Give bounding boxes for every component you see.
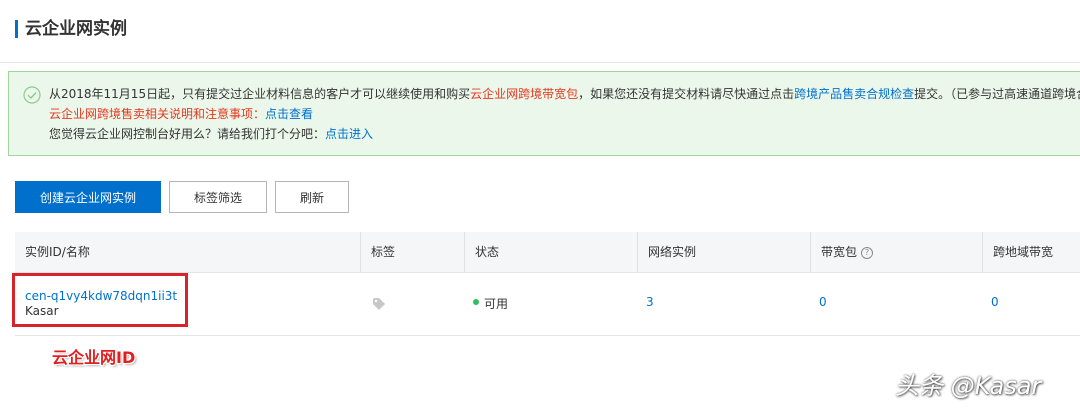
cell-tags <box>361 273 465 335</box>
watermark: 头条 @Kasar <box>895 372 1042 400</box>
cross-region-bandwidth-count-link[interactable]: 0 <box>991 295 999 309</box>
help-icon[interactable]: ? <box>861 247 874 259</box>
column-header-bandwidth-package: 带宽包? <box>811 232 983 272</box>
feedback-link[interactable]: 点击进入 <box>325 127 373 141</box>
view-notes-link[interactable]: 点击查看 <box>265 107 313 121</box>
notice-line-1: 从2018年11月15日起，只有提交过企业材料信息的客户才可以继续使用和购买云企… <box>49 85 1080 103</box>
column-header-tags: 标签 <box>361 232 465 272</box>
tag-filter-button[interactable]: 标签筛选 <box>169 181 267 213</box>
notice-line-3: 您觉得云企业网控制台好用么？请给我们打个分吧：点击进入 <box>49 125 373 143</box>
check-circle-icon <box>23 86 41 104</box>
cell-network-instances: 3 <box>638 273 811 335</box>
column-header-id-name: 实例ID/名称 <box>15 232 361 272</box>
column-header-status: 状态 <box>465 232 638 272</box>
status-dot-icon <box>473 299 479 305</box>
cell-cross-region-bandwidth: 0 <box>983 273 1080 335</box>
notice-text: ，如果您还没有提交材料请尽快通过点击 <box>578 87 795 101</box>
notice-line-2: 云企业网跨境售卖相关说明和注意事项：点击查看 <box>49 105 313 123</box>
column-header-label: 带宽包 <box>821 245 858 259</box>
notice-banner: 从2018年11月15日起，只有提交过企业材料信息的客户才可以继续使用和购买云企… <box>8 71 1080 156</box>
notice-text: 提交。（已参与过高速通道跨境合 <box>914 87 1080 101</box>
status-text: 可用 <box>484 297 509 311</box>
notice-text: 您觉得云企业网控制台好用么？请给我们打个分吧： <box>49 127 326 141</box>
notice-highlight: 云企业网跨境带宽包 <box>470 87 579 101</box>
column-header-network-instances: 网络实例 <box>638 232 811 272</box>
page-title: 云企业网实例 <box>25 19 127 39</box>
cell-bandwidth-package: 0 <box>811 273 983 335</box>
notice-text: 从2018年11月15日起，只有提交过企业材料信息的客户才可以继续使用和购买 <box>49 87 471 101</box>
page-header: 云企业网实例 <box>0 0 1080 63</box>
table-header: 实例ID/名称 标签 状态 网络实例 带宽包? 跨地域带宽 <box>15 232 1080 273</box>
tag-icon[interactable] <box>372 297 386 311</box>
annotation-highlight-box <box>12 273 188 327</box>
title-accent-bar <box>15 20 18 38</box>
compliance-check-link[interactable]: 跨境产品售卖合规检查 <box>794 87 914 101</box>
column-header-cross-region-bandwidth: 跨地域带宽 <box>993 245 1054 259</box>
bandwidth-package-count-link[interactable]: 0 <box>819 295 827 309</box>
network-instances-count-link[interactable]: 3 <box>646 295 654 309</box>
create-cen-instance-button[interactable]: 创建云企业网实例 <box>15 181 161 213</box>
refresh-button[interactable]: 刷新 <box>275 181 349 213</box>
annotation-label: 云企业网ID <box>52 348 136 367</box>
notice-highlight: 云企业网跨境售卖相关说明和注意事项： <box>49 107 266 121</box>
cell-status: 可用 <box>465 273 638 335</box>
